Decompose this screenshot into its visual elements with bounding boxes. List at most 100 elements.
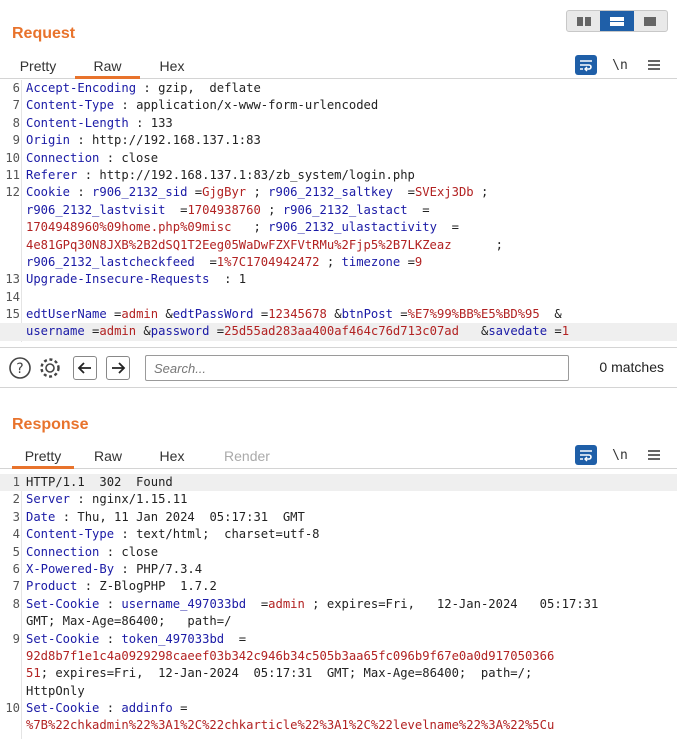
param-value: %E7%99%BB%E5%BD%95 [407, 307, 540, 322]
line-text: r906_2132_lastvisit =1704938760 ; r906_2… [26, 202, 430, 219]
plain-text: = [400, 254, 415, 269]
line-text: Set-Cookie : addinfo = [26, 700, 187, 717]
response-newline-button[interactable]: \n [609, 445, 631, 465]
code-line: 7 Content-Type : application/x-www-form-u… [0, 97, 677, 114]
param-name: token_497033bd [121, 631, 225, 646]
plain-text: : [99, 596, 122, 611]
plain-text: = [246, 596, 269, 611]
code-line: 1 HTTP/1.1 302 Found [0, 474, 677, 492]
param-name: r906_2132_lastcheckfeed [26, 254, 195, 269]
param-name: timezone [341, 254, 401, 269]
response-tab-render[interactable]: Render [214, 443, 280, 469]
response-menu-button[interactable] [643, 445, 665, 465]
line-text: r906_2132_lastcheckfeed =1%7C1704942472 … [26, 254, 422, 271]
header-name: Content-Type [26, 527, 115, 542]
line-text: Origin : http://192.168.137.1:83 [26, 132, 261, 149]
header-name: Product [26, 579, 78, 594]
header-name: Date [26, 509, 56, 524]
line-text: 51; expires=Fri, 12-Jan-2024 05:17:31 GM… [26, 665, 532, 682]
code-line: 4 Content-Type : text/html; charset=utf-8 [0, 526, 677, 543]
param-name: r906_2132_lastact [282, 202, 408, 217]
code-line: 92d8b7f1e1c4a0929298caeef03b342c946b34c5… [0, 648, 677, 665]
plain-text: ; [451, 237, 503, 252]
param-value: 51 [26, 666, 41, 681]
plain-text: = [165, 202, 188, 217]
param-value: 4e81GPq30N8JXB%2B2dSQ1T2Eeg05WaDwFZXFVtR… [26, 237, 452, 252]
plain-text: : nginx/1.15.11 [70, 492, 188, 507]
single-pane-layout-button[interactable] [634, 11, 667, 31]
request-tab-hex[interactable]: Hex [145, 53, 199, 79]
plain-text: = [194, 254, 217, 269]
header-name: Referer [26, 167, 78, 182]
header-name: Accept-Encoding [26, 81, 137, 95]
line-number: 5 [12, 544, 20, 559]
header-name: Content-Type [26, 98, 115, 113]
plain-text: : 133 [128, 115, 173, 130]
code-line: 12 Cookie : r906_2132_sid =GjgByr ; r906_… [0, 184, 677, 201]
param-name: r906_2132_sid [92, 185, 188, 200]
next-match-button[interactable] [106, 356, 130, 380]
plain-text: = [547, 324, 562, 339]
help-button[interactable]: ? [8, 356, 32, 380]
param-name: edtPassWord [172, 307, 254, 322]
plain-text: & [539, 307, 562, 322]
code-line: r906_2132_lastcheckfeed =1%7C1704942472 … [0, 254, 677, 271]
response-tools: \n [575, 445, 665, 465]
line-number: 14 [5, 289, 20, 304]
plain-text: GMT; Max-Age=86400; path=/ [26, 614, 232, 629]
header-name: Connection [26, 544, 100, 559]
code-line: 14 [0, 289, 677, 306]
code-line: 10 Connection : close [0, 150, 677, 167]
previous-match-button[interactable] [73, 356, 97, 380]
request-tab-raw[interactable]: Raw [75, 53, 140, 79]
code-line: 10 Set-Cookie : addinfo = [0, 700, 677, 717]
code-line: 7 Product : Z-BlogPHP 1.7.2 [0, 578, 677, 595]
line-number: 2 [12, 492, 20, 507]
request-editor[interactable]: 6 Accept-Encoding : gzip, deflate 7 Content… [0, 80, 677, 342]
settings-button[interactable] [38, 356, 62, 380]
pane-divider[interactable] [0, 387, 677, 397]
plain-text: = [392, 307, 408, 322]
request-tab-pretty[interactable]: Pretty [12, 53, 64, 79]
code-line: 1704948960%09home.php%09misc ; r906_2132… [0, 219, 677, 236]
response-wrap-button[interactable] [575, 445, 597, 465]
plain-text: ; [231, 220, 269, 235]
code-line: 51; expires=Fri, 12-Jan-2024 05:17:31 GM… [0, 665, 677, 682]
response-editor[interactable]: 1 HTTP/1.1 302 Found 2 Server : nginx/1.15.… [0, 474, 677, 739]
code-line: 6 Accept-Encoding : gzip, deflate [0, 80, 677, 97]
line-text: edtUserName =admin &edtPassWord =1234567… [26, 306, 562, 323]
plain-text: = [106, 307, 122, 322]
param-name: btnPost [341, 307, 393, 322]
response-tab-raw[interactable]: Raw [82, 443, 134, 469]
request-menu-button[interactable] [643, 55, 665, 75]
request-wrap-button[interactable] [575, 55, 597, 75]
line-text: Referer : http://192.168.137.1:83/zb_sys… [26, 167, 415, 184]
header-name: X-Powered-By [26, 561, 115, 576]
line-number: 11 [5, 167, 20, 182]
plain-text: ; [473, 185, 489, 200]
code-line: 8 Set-Cookie : username_497033bd =admin ;… [0, 596, 677, 613]
line-text: GMT; Max-Age=86400; path=/ [26, 613, 231, 630]
param-value: 25d55ad283aa400af464c76d713c07ad [224, 324, 459, 339]
plain-text: & [158, 307, 173, 322]
plain-text: : [70, 185, 93, 200]
plain-text: & [136, 324, 151, 339]
rows-layout-button[interactable] [600, 11, 634, 31]
response-tab-pretty[interactable]: Pretty [12, 443, 74, 469]
line-text: Accept-Encoding : gzip, deflate [26, 80, 261, 97]
param-value: 12345678 [268, 307, 327, 322]
columns-layout-button[interactable] [567, 11, 600, 31]
plain-text: : [99, 631, 122, 646]
code-line: 11 Referer : http://192.168.137.1:83/zb_s… [0, 167, 677, 184]
line-text: Content-Type : text/html; charset=utf-8 [26, 526, 320, 543]
request-newline-button[interactable]: \n [609, 55, 631, 75]
plain-text: ; expires=Fri, 12-Jan-2024 05:17:31 [304, 596, 599, 611]
param-name: r906_2132_ulastactivity [268, 220, 437, 235]
line-text: Date : Thu, 11 Jan 2024 05:17:31 GMT [26, 509, 305, 526]
line-number: 8 [12, 596, 20, 611]
response-tab-hex[interactable]: Hex [145, 443, 199, 469]
header-name: Set-Cookie [26, 701, 100, 716]
search-input[interactable] [145, 355, 569, 381]
header-name: Content-Length [26, 115, 129, 130]
param-name: username_497033bd [121, 596, 247, 611]
